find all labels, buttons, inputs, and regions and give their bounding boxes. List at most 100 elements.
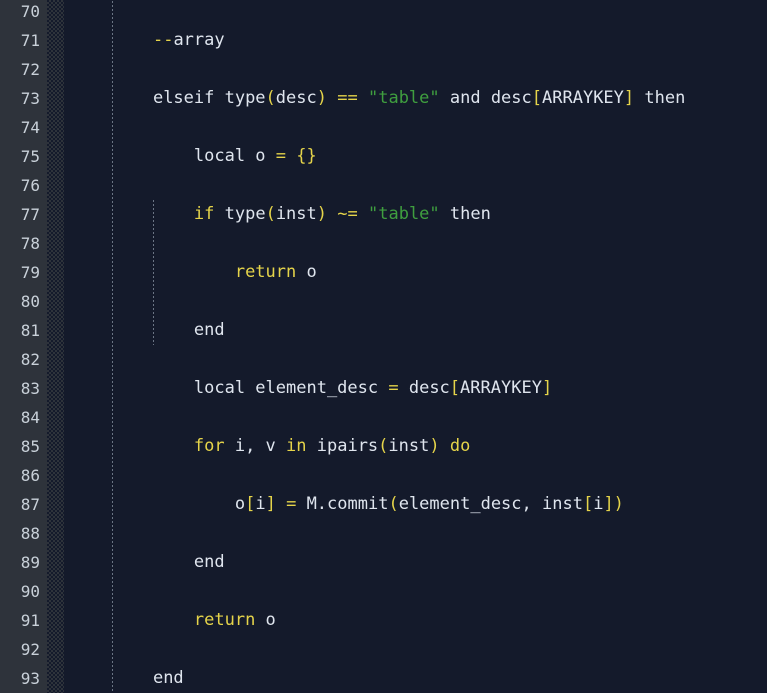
- token-plain: element_desc, inst: [398, 494, 583, 514]
- code-line[interactable]: local element_desc = desc[ARRAYKEY]: [112, 374, 552, 403]
- token-plain: local element_desc: [193, 378, 389, 398]
- line-number: 88: [20, 524, 40, 543]
- token-op: ==: [337, 88, 358, 108]
- token-op: (: [388, 494, 399, 514]
- line-number: 77: [20, 205, 40, 224]
- token-plain: ARRAYKEY: [542, 88, 624, 108]
- code-line[interactable]: end: [112, 548, 225, 577]
- token-op: [: [245, 494, 256, 514]
- code-line[interactable]: for i, v in ipairs(inst) do: [112, 432, 470, 461]
- gutter-divider: [47, 0, 64, 693]
- token-op: ]: [623, 88, 635, 108]
- token-plain: desc: [398, 378, 450, 398]
- token-string: "table": [368, 204, 440, 224]
- code-line[interactable]: return o: [112, 258, 317, 287]
- token-op: {}: [296, 146, 317, 166]
- line-number: 76: [20, 176, 40, 195]
- token-string: "table": [367, 88, 440, 108]
- token-plain: o: [296, 262, 317, 282]
- token-op: (: [378, 436, 389, 456]
- code-line[interactable]: if type(inst) ~= "table" then: [112, 200, 491, 229]
- line-number: 93: [20, 669, 40, 688]
- token-keyword: if: [193, 204, 215, 224]
- token-plain: i: [255, 494, 266, 514]
- token-op: ]: [265, 494, 276, 514]
- token-op: [: [582, 494, 594, 514]
- token-plain: elseif type: [152, 88, 266, 108]
- token-plain: and desc: [439, 88, 532, 108]
- line-number: 75: [20, 147, 40, 166]
- token-op: [: [531, 88, 543, 108]
- token-keyword: in: [286, 436, 307, 456]
- code-editor[interactable]: 70 71 72 73 74 75 76 77 78 79 80 81 82 83 84 85 86 87 88 89…: [0, 0, 767, 693]
- token-plain: then: [634, 88, 686, 108]
- token-plain: end: [193, 552, 225, 572]
- token-op: [: [449, 378, 461, 398]
- token-plain: i: [593, 494, 604, 514]
- line-number: 82: [20, 350, 40, 369]
- token-op: ]: [541, 378, 553, 398]
- token-plain: end: [193, 320, 225, 340]
- token-op: ~=: [337, 204, 358, 224]
- code-line[interactable]: end: [112, 664, 184, 693]
- code-line[interactable]: elseif type(desc) == "table" and desc[AR…: [112, 84, 685, 113]
- token-plain: o: [255, 610, 276, 630]
- code-line[interactable]: return o: [112, 606, 276, 635]
- line-number: 89: [20, 553, 40, 572]
- token-op: (: [265, 88, 276, 108]
- token-op: =: [388, 378, 399, 398]
- token-plain: inst: [388, 436, 430, 456]
- token-op: ): [316, 88, 327, 108]
- token-plain: i, v: [224, 436, 287, 456]
- line-number: 83: [20, 379, 40, 398]
- token-op: (: [265, 204, 276, 224]
- line-number: 73: [20, 89, 40, 108]
- code-line[interactable]: local o = {}: [112, 142, 317, 171]
- code-content-area[interactable]: --array elseif type(desc) == "table" and…: [64, 0, 767, 693]
- line-number: 78: [20, 234, 40, 253]
- token-plain: o: [234, 494, 246, 514]
- line-number: 70: [20, 2, 40, 21]
- token-plain: local o: [193, 146, 276, 166]
- token-keyword: do: [449, 436, 471, 456]
- token-op: ): [429, 436, 440, 456]
- token-plain: ipairs: [306, 436, 379, 456]
- line-number: 74: [20, 118, 40, 137]
- line-number: 90: [20, 582, 40, 601]
- token-plain: ARRAYKEY: [460, 378, 542, 398]
- token-comment: array: [173, 30, 225, 50]
- line-number: 85: [20, 437, 40, 456]
- code-line[interactable]: --array: [112, 26, 225, 55]
- token-plain: end: [152, 668, 184, 688]
- line-number: 86: [20, 466, 40, 485]
- code-line[interactable]: end: [112, 316, 225, 345]
- line-number: 84: [20, 408, 40, 427]
- token-op: =: [275, 146, 287, 166]
- line-number: 87: [20, 495, 40, 514]
- token-op: =: [286, 494, 297, 514]
- line-number-gutter[interactable]: 70 71 72 73 74 75 76 77 78 79 80 81 82 83 84 85 86 87 88 89…: [0, 0, 47, 693]
- token-plain: M.commit: [296, 494, 389, 514]
- token-plain: inst: [275, 204, 317, 224]
- line-number: 80: [20, 292, 40, 311]
- line-number: 71: [20, 31, 40, 50]
- code-line[interactable]: o[i] = M.commit(element_desc, inst[i]): [112, 490, 624, 519]
- line-number: 81: [20, 321, 40, 340]
- token-op: ): [316, 204, 328, 224]
- token-plain: then: [439, 204, 491, 224]
